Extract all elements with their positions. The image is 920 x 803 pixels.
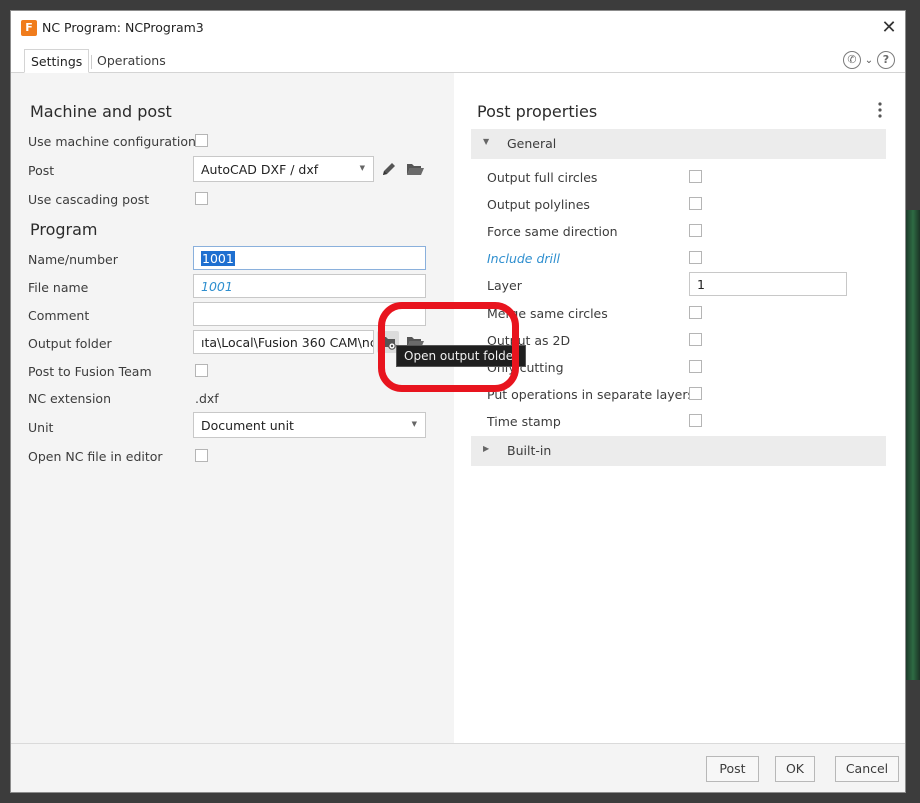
file-name-input[interactable]: 1001 (193, 274, 426, 298)
general-group-label: General (507, 136, 557, 151)
prop-merge-same-circles-checkbox[interactable] (689, 306, 702, 319)
open-nc-file-label: Open NC file in editor (28, 449, 163, 464)
machine-and-post-heading: Machine and post (30, 102, 172, 121)
chevron-down-icon[interactable]: ⌄ (864, 55, 874, 66)
prop-time-stamp-label: Time stamp (487, 414, 561, 429)
prop-layer-label: Layer (487, 278, 522, 293)
ok-button[interactable]: OK (775, 756, 815, 782)
builtin-group-header[interactable]: ▶ Built-in (471, 436, 886, 466)
background-canvas-strip (906, 210, 920, 680)
dropdown-arrow-icon: ▼ (359, 164, 365, 172)
phone-support-icon[interactable]: ✆ (843, 51, 861, 69)
prop-output-polylines-label: Output polylines (487, 197, 590, 212)
post-label: Post (28, 163, 55, 178)
use-machine-configuration-label: Use machine configuration (28, 134, 196, 149)
use-cascading-post-checkbox[interactable] (195, 192, 208, 205)
edit-pencil-icon[interactable] (378, 158, 400, 180)
prop-include-drill-checkbox[interactable] (689, 251, 702, 264)
use-machine-configuration-checkbox[interactable] (195, 134, 208, 147)
prop-force-same-direction-label: Force same direction (487, 224, 618, 239)
tab-operations[interactable]: Operations (91, 49, 172, 73)
post-properties-heading: Post properties (477, 102, 598, 121)
output-folder-value: ıta\Local\Fusion 360 CAM\nc (201, 335, 374, 350)
prop-output-full-circles-checkbox[interactable] (689, 170, 702, 183)
dropdown-arrow-icon: ▼ (411, 420, 417, 428)
prop-force-same-direction-checkbox[interactable] (689, 224, 702, 237)
caret-down-icon: ▼ (483, 137, 490, 146)
folder-open-icon[interactable] (404, 158, 426, 180)
prop-separate-layers-checkbox[interactable] (689, 387, 702, 400)
output-folder-label: Output folder (28, 336, 112, 351)
prop-separate-layers-label: Put operations in separate layers (487, 387, 695, 402)
post-select-value: AutoCAD DXF / dxf (201, 162, 319, 177)
post-button[interactable]: Post (706, 756, 759, 782)
output-folder-input[interactable]: ıta\Local\Fusion 360 CAM\nc (193, 330, 374, 354)
file-name-label: File name (28, 280, 89, 295)
dialog-footer: Post OK Cancel (11, 743, 905, 792)
unit-label: Unit (28, 420, 54, 435)
close-button[interactable]: ✕ (877, 16, 901, 40)
prop-output-polylines-checkbox[interactable] (689, 197, 702, 210)
name-number-value: 1001 (201, 251, 235, 266)
unit-select[interactable]: Document unit ▼ (193, 412, 426, 438)
fusion-app-icon: F (21, 20, 37, 36)
unit-select-value: Document unit (201, 418, 294, 433)
cancel-button[interactable]: Cancel (835, 756, 899, 782)
post-select[interactable]: AutoCAD DXF / dxf ▼ (193, 156, 374, 182)
window-title: NC Program: NCProgram3 (42, 20, 204, 35)
tab-settings[interactable]: Settings (24, 49, 90, 73)
nc-extension-label: NC extension (28, 391, 111, 406)
more-options-icon[interactable] (875, 101, 885, 119)
annotation-highlight-ring (378, 302, 519, 392)
general-group-header[interactable]: ▼ General (471, 129, 886, 159)
nc-extension-value: .dxf (195, 391, 219, 406)
help-question-icon[interactable]: ? (877, 51, 895, 69)
caret-right-icon: ▶ (483, 444, 490, 453)
help-controls: ✆ ⌄ ? (843, 49, 895, 71)
prop-layer-input[interactable]: 1 (689, 272, 847, 296)
tab-bar: Settings Operations (11, 45, 905, 73)
prop-time-stamp-checkbox[interactable] (689, 414, 702, 427)
comment-label: Comment (28, 308, 90, 323)
prop-layer-value: 1 (697, 277, 705, 292)
prop-only-cutting-checkbox[interactable] (689, 360, 702, 373)
post-properties-panel: Post properties ▼ General Output full ci… (454, 73, 905, 743)
open-nc-file-checkbox[interactable] (195, 449, 208, 462)
name-number-label: Name/number (28, 252, 118, 267)
post-to-fusion-team-label: Post to Fusion Team (28, 364, 152, 379)
prop-output-as-2d-checkbox[interactable] (689, 333, 702, 346)
name-number-input[interactable]: 1001 (193, 246, 426, 270)
settings-panel: Machine and post Use machine configurati… (11, 73, 454, 743)
program-heading: Program (30, 220, 98, 239)
prop-output-full-circles-label: Output full circles (487, 170, 598, 185)
file-name-value: 1001 (201, 279, 233, 294)
builtin-group-label: Built-in (507, 443, 552, 458)
title-bar: F NC Program: NCProgram3 ✕ (11, 11, 905, 45)
use-cascading-post-label: Use cascading post (28, 192, 150, 207)
post-to-fusion-team-checkbox[interactable] (195, 364, 208, 377)
nc-program-dialog: F NC Program: NCProgram3 ✕ Settings Oper… (10, 10, 906, 793)
prop-include-drill-label: Include drill (487, 251, 560, 266)
